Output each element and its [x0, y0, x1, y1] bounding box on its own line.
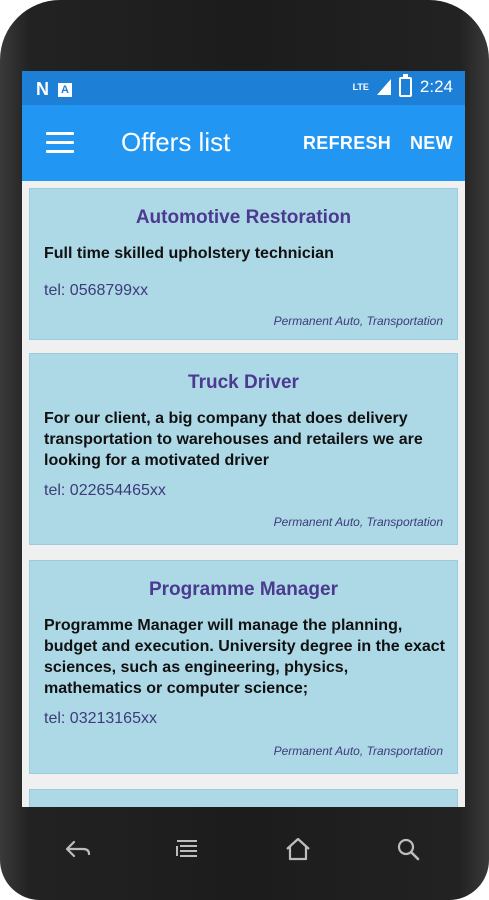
offer-tel[interactable]: tel: 03213165xx	[44, 710, 157, 728]
offer-description: Programme Manager will manage the planni…	[44, 617, 445, 697]
offer-tags: Permanent Auto, Transportation	[273, 744, 443, 758]
recents-icon[interactable]	[167, 829, 207, 869]
offer-title: Programme Manager	[148, 579, 338, 600]
page-title: Offers list	[121, 127, 231, 157]
status-time: 2:24	[419, 77, 453, 96]
status-right: LTE 2:24	[352, 74, 453, 97]
status-bar: N A LTE 2:24	[22, 71, 465, 105]
offer-description: Full time skilled upholstery technician	[44, 245, 334, 262]
nav-bar	[0, 807, 489, 900]
battery-icon	[398, 74, 412, 97]
home-icon[interactable]	[278, 829, 318, 869]
search-icon[interactable]	[388, 829, 428, 869]
network-type: LTE	[352, 82, 369, 92]
offer-card[interactable]: Truck Driver For our client, a big compa…	[29, 353, 458, 545]
app-bar: Offers list REFRESH NEW	[22, 105, 465, 181]
a-icon: A	[58, 82, 72, 97]
screen: N A LTE 2:24 Offers list REFRESH NEW Aut…	[22, 71, 465, 807]
offer-card[interactable]: Programme Manager Programme Manager will…	[29, 560, 458, 774]
offer-description: For our client, a big company that does …	[44, 410, 423, 469]
back-icon[interactable]	[58, 829, 98, 869]
notification-icons: N A	[36, 79, 72, 100]
hamburger-menu-icon[interactable]	[46, 132, 74, 154]
offer-card-partial[interactable]	[29, 789, 458, 807]
offer-tel[interactable]: tel: 022654465xx	[44, 482, 166, 500]
offer-title: Truck Driver	[188, 372, 299, 393]
offer-card[interactable]: Automotive Restoration Full time skilled…	[29, 188, 458, 340]
offer-tags: Permanent Auto, Transportation	[273, 314, 443, 328]
refresh-button[interactable]: REFRESH	[303, 133, 391, 154]
new-button[interactable]: NEW	[410, 133, 453, 154]
offer-tel[interactable]: tel: 0568799xx	[44, 282, 148, 300]
signal-icon	[376, 79, 391, 95]
offer-tags: Permanent Auto, Transportation	[273, 515, 443, 529]
offer-title: Automotive Restoration	[135, 207, 352, 228]
n-icon: N	[36, 79, 49, 99]
